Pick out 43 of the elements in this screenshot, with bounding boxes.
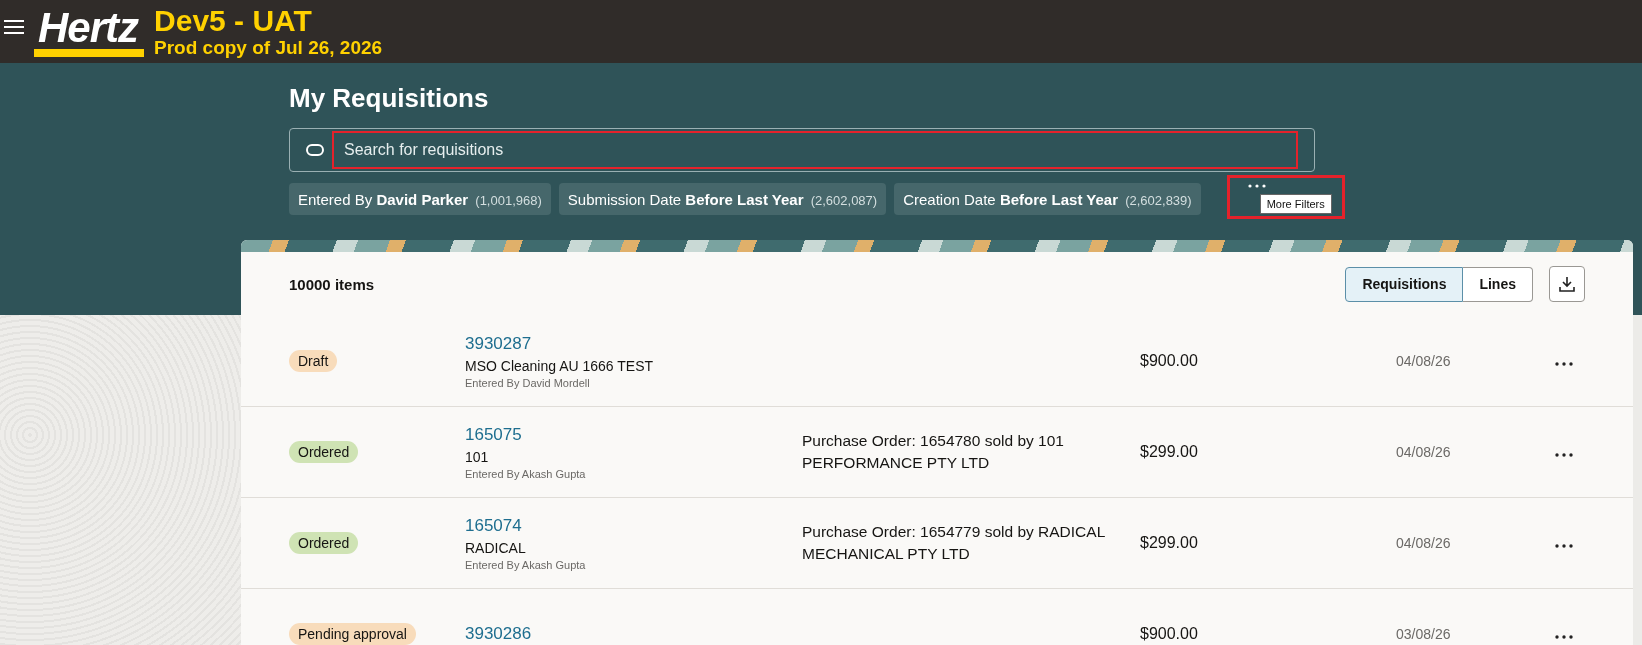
date: 04/08/26 (1396, 535, 1451, 551)
item-count: 10000 items (289, 275, 376, 293)
requisition-description: 101 (465, 448, 489, 465)
requisition-link[interactable]: 165074 (465, 515, 522, 536)
environment-subtitle: Prod copy of Jul 26, 2026 (154, 38, 383, 57)
status-badge: Draft (289, 350, 338, 372)
purchase-order: Purchase Order: 1654779 sold by RADICAL MECHANICAL PTY LTD (802, 522, 1106, 564)
amount: $299.00 (1140, 443, 1198, 460)
tooltip: More Filters (1259, 194, 1332, 214)
date: 03/08/26 (1396, 626, 1451, 642)
status-badge: Ordered (289, 441, 359, 463)
download-button[interactable] (1549, 266, 1585, 302)
entered-by: Entered By David Mordell (465, 376, 590, 389)
entered-by: Entered By Akash Gupta (465, 558, 586, 571)
more-icon[interactable] (1555, 544, 1573, 548)
page-title: My Requisitions (289, 83, 490, 114)
view-toggle[interactable]: Lines (1463, 266, 1533, 302)
more-icon[interactable] (1555, 453, 1573, 457)
purchase-order: Purchase Order: 1654780 sold by 101 PERFORMANCE PTY LTD (802, 431, 1065, 473)
more-icon[interactable] (1555, 635, 1573, 639)
amount: $299.00 (1140, 534, 1198, 551)
date: 04/08/26 (1396, 444, 1451, 460)
more-icon[interactable] (1555, 362, 1573, 366)
menu-icon[interactable] (4, 19, 24, 34)
amount: $900.00 (1140, 625, 1198, 642)
date: 04/08/26 (1396, 353, 1451, 369)
requisition-description: RADICAL (465, 539, 526, 556)
requisition-link[interactable]: 3930287 (465, 333, 532, 354)
requisition-description: MSO Cleaning AU 1666 TEST (465, 357, 654, 374)
environment-name: Dev5 - UAT (154, 6, 313, 36)
requisition-link[interactable]: 165075 (465, 424, 522, 445)
view-toggle[interactable]: Requisitions (1345, 266, 1464, 302)
requisition-link[interactable]: 3930286 (465, 624, 532, 644)
search-field[interactable]: Search for requisitions (289, 128, 1315, 172)
status-badge: Ordered (289, 532, 359, 554)
filter-chip[interactable]: Creation Date Before Last Year (2,602,839) (894, 183, 1201, 215)
filter-chip[interactable]: Submission Date Before Last Year (2,602,087) (558, 183, 887, 215)
download-icon (1559, 276, 1575, 292)
entered-by: Entered By Akash Gupta (465, 467, 586, 480)
amount: $900.00 (1140, 352, 1198, 369)
status-badge: Pending approval (289, 623, 416, 645)
filter-chip[interactable]: Entered By David Parker (1,001,968) (289, 183, 551, 215)
more-icon[interactable] (1247, 184, 1266, 188)
